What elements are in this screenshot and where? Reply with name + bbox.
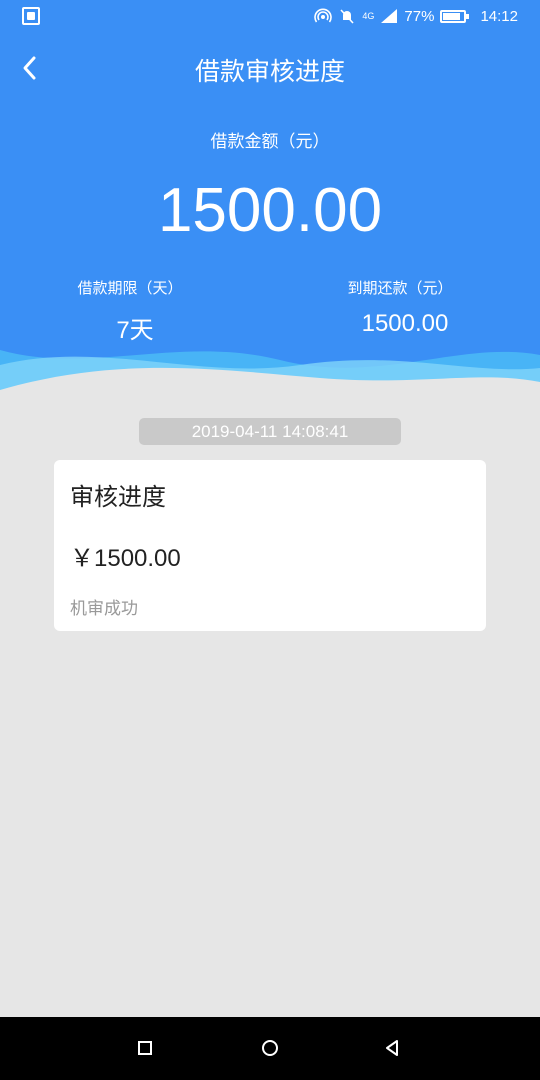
square-icon [138,1041,152,1055]
circle-icon [262,1040,278,1056]
clock: 14:12 [480,7,518,25]
back-nav-button[interactable] [377,1033,407,1063]
loan-amount: 1500.00 [157,176,383,245]
system-nav-bar [0,1017,540,1080]
loan-term-value: 7天 [116,317,154,344]
network-type: 4G [362,11,375,21]
mute-icon [340,9,354,24]
signal-icon [381,9,398,23]
status-icons: 4G 77% 14:12 [314,6,518,26]
card-title: 审核进度 [70,483,166,511]
loan-amount-label: 借款金额（元） [210,132,330,152]
record-timestamp: 2019-04-11 14:08:41 [139,418,401,445]
page-title: 借款审核进度 [194,57,345,86]
card-amount: ￥1500.00 [70,545,181,572]
review-progress-card: 审核进度 ￥1500.00 机审成功 [54,460,486,631]
due-repayment-label: 到期还款（元） [347,279,453,297]
battery-percent: 77% [404,7,435,25]
loan-term-label: 借款期限（天） [77,279,183,297]
app-icon [22,7,40,25]
recents-button[interactable] [130,1033,160,1063]
review-status: 机审成功 [70,599,138,619]
home-button[interactable] [255,1033,285,1063]
triangle-back-icon [386,1040,398,1056]
hotspot-icon [314,8,333,23]
battery-icon [440,9,470,23]
status-bar: 4G 77% 14:12 [0,0,540,32]
due-repayment-value: 1500.00 [361,310,449,337]
